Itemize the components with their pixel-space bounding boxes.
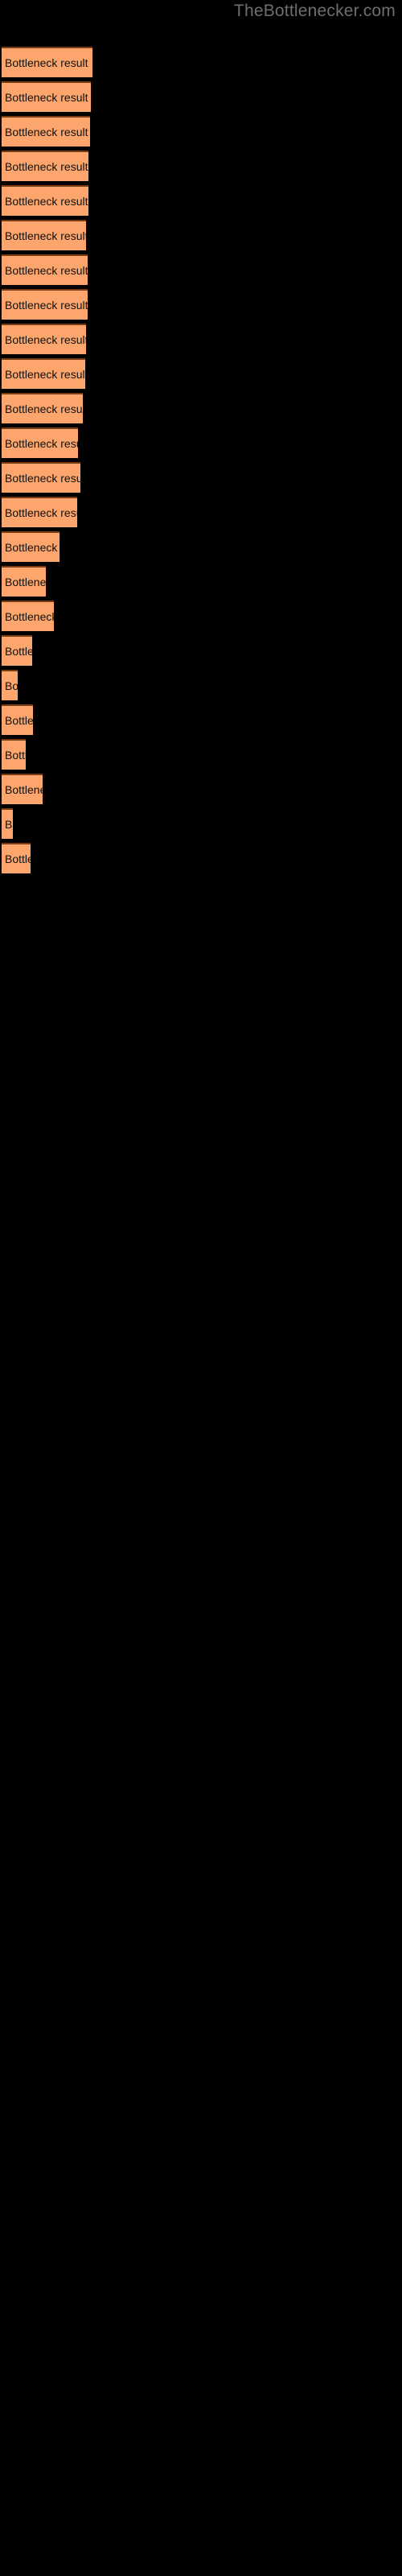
bar[interactable]: Bottleneck result bbox=[2, 670, 18, 700]
bar[interactable]: Bottleneck result bbox=[2, 324, 86, 354]
bar-label: Bottleneck result bbox=[5, 333, 86, 346]
bar-label: Bottleneck result bbox=[5, 645, 32, 658]
bar[interactable]: Bottleneck result bbox=[2, 151, 88, 181]
bar-row: Bottleneck result bbox=[0, 324, 402, 354]
bar-row: Bottleneck result bbox=[0, 151, 402, 181]
bar-row: Bottleneck result bbox=[0, 358, 402, 389]
bar[interactable]: Bottleneck result bbox=[2, 531, 59, 562]
bar[interactable]: Bottleneck result bbox=[2, 393, 83, 423]
bar-label: Bottleneck result bbox=[5, 576, 46, 588]
bar-row: Bottleneck result bbox=[0, 566, 402, 597]
bar-row: Bottleneck result bbox=[0, 704, 402, 735]
bottleneck-bar-chart: Bottleneck result Bottleneck result Bottle… bbox=[0, 0, 402, 1771]
bar[interactable]: Bottleneck result bbox=[2, 427, 78, 458]
bar[interactable]: Bottleneck result bbox=[2, 739, 26, 770]
bar[interactable]: Bottleneck result bbox=[2, 843, 31, 873]
bar[interactable]: Bottleneck result bbox=[2, 254, 88, 285]
bar[interactable]: Bottleneck result bbox=[2, 774, 43, 804]
bar-label: Bottleneck result bbox=[5, 402, 83, 415]
bar-row: Bottleneck result bbox=[0, 393, 402, 423]
bar[interactable]: Bottleneck result bbox=[2, 358, 85, 389]
bar-label: Bottleneck result bbox=[5, 437, 78, 450]
bar-label: Bottleneck result bbox=[5, 91, 88, 104]
bar[interactable]: Bottleneck result bbox=[2, 497, 77, 527]
bar-label: Bottleneck result bbox=[5, 679, 18, 692]
bar[interactable]: Bottleneck result bbox=[2, 462, 80, 493]
bar-label: Bottleneck result bbox=[5, 852, 31, 865]
bar[interactable]: Bottleneck result bbox=[2, 566, 46, 597]
bar[interactable]: Bottleneck result bbox=[2, 704, 33, 735]
bar-label: Bottleneck result bbox=[5, 264, 88, 277]
bar-row: Bottleneck result bbox=[0, 843, 402, 873]
bar-label: Bottleneck result bbox=[5, 195, 88, 208]
bar-label: Bottleneck result bbox=[5, 229, 86, 242]
bar-label: Bottleneck result bbox=[5, 541, 59, 554]
bar-row: Bottleneck result bbox=[0, 116, 402, 147]
bar-label: Bottleneck result bbox=[5, 783, 43, 796]
bar-row: Bottleneck result bbox=[0, 808, 402, 839]
bar-label: Bottleneck result bbox=[5, 160, 88, 173]
bar[interactable]: Bottleneck result bbox=[2, 185, 88, 216]
bar-label: Bottleneck result bbox=[5, 818, 13, 831]
bar-row: Bottleneck result bbox=[0, 289, 402, 320]
bar-row: Bottleneck result bbox=[0, 531, 402, 562]
bar-label: Bottleneck result bbox=[5, 749, 26, 762]
bar[interactable]: Bottleneck result bbox=[2, 47, 92, 77]
bar-label: Bottleneck result bbox=[5, 299, 88, 312]
bar-label: Bottleneck result bbox=[5, 368, 85, 381]
bar-row: Bottleneck result bbox=[0, 670, 402, 700]
bar[interactable]: Bottleneck result bbox=[2, 289, 88, 320]
bar-label: Bottleneck result bbox=[5, 506, 77, 519]
bar-row: Bottleneck result bbox=[0, 185, 402, 216]
bar-label: Bottleneck result bbox=[5, 472, 80, 485]
bar-label: Bottleneck result bbox=[5, 126, 88, 138]
bar-row: Bottleneck result bbox=[0, 497, 402, 527]
bar[interactable]: Bottleneck result bbox=[2, 116, 90, 147]
bar[interactable]: Bottleneck result bbox=[2, 635, 32, 666]
bar[interactable]: Bottleneck result bbox=[2, 601, 54, 631]
bar-row: Bottleneck result bbox=[0, 601, 402, 631]
bar-row: Bottleneck result bbox=[0, 774, 402, 804]
bar-row: Bottleneck result bbox=[0, 427, 402, 458]
bar-label: Bottleneck result bbox=[5, 56, 88, 69]
bar-row: Bottleneck result bbox=[0, 47, 402, 77]
bar[interactable]: Bottleneck result bbox=[2, 220, 86, 250]
bar-row: Bottleneck result bbox=[0, 462, 402, 493]
bar-label: Bottleneck result bbox=[5, 610, 54, 623]
bar-label: Bottleneck result bbox=[5, 714, 33, 727]
bar-row: Bottleneck result bbox=[0, 220, 402, 250]
bar-row: Bottleneck result bbox=[0, 81, 402, 112]
bar-row: Bottleneck result bbox=[0, 635, 402, 666]
bar-row: Bottleneck result bbox=[0, 254, 402, 285]
bar[interactable]: Bottleneck result bbox=[2, 808, 13, 839]
bar[interactable]: Bottleneck result bbox=[2, 81, 91, 112]
bar-row: Bottleneck result bbox=[0, 739, 402, 770]
